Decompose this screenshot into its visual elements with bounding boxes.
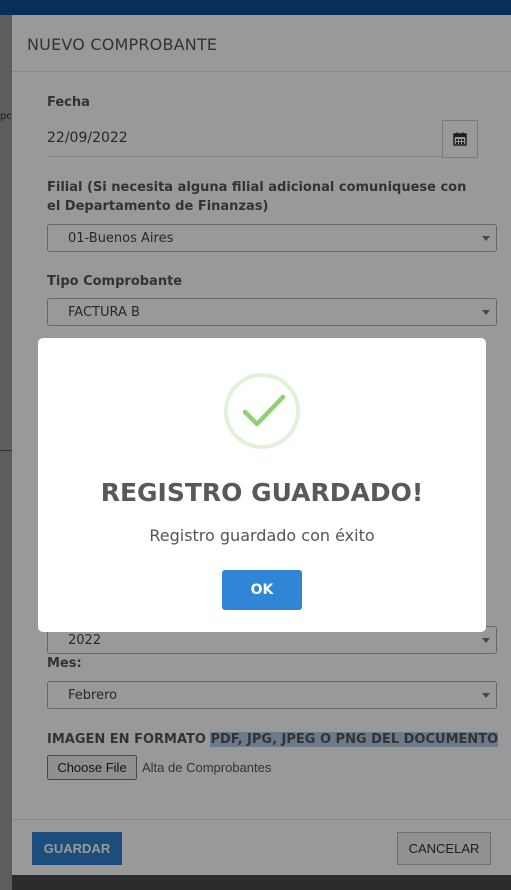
dialog-title: REGISTRO GUARDADO!	[100, 478, 424, 507]
success-icon-ring	[224, 373, 300, 449]
dialog-message: Registro guardado con éxito	[149, 526, 375, 545]
ok-button[interactable]: OK	[222, 570, 302, 610]
check-icon	[242, 394, 286, 427]
success-dialog: REGISTRO GUARDADO! Registro guardado con…	[38, 338, 486, 632]
